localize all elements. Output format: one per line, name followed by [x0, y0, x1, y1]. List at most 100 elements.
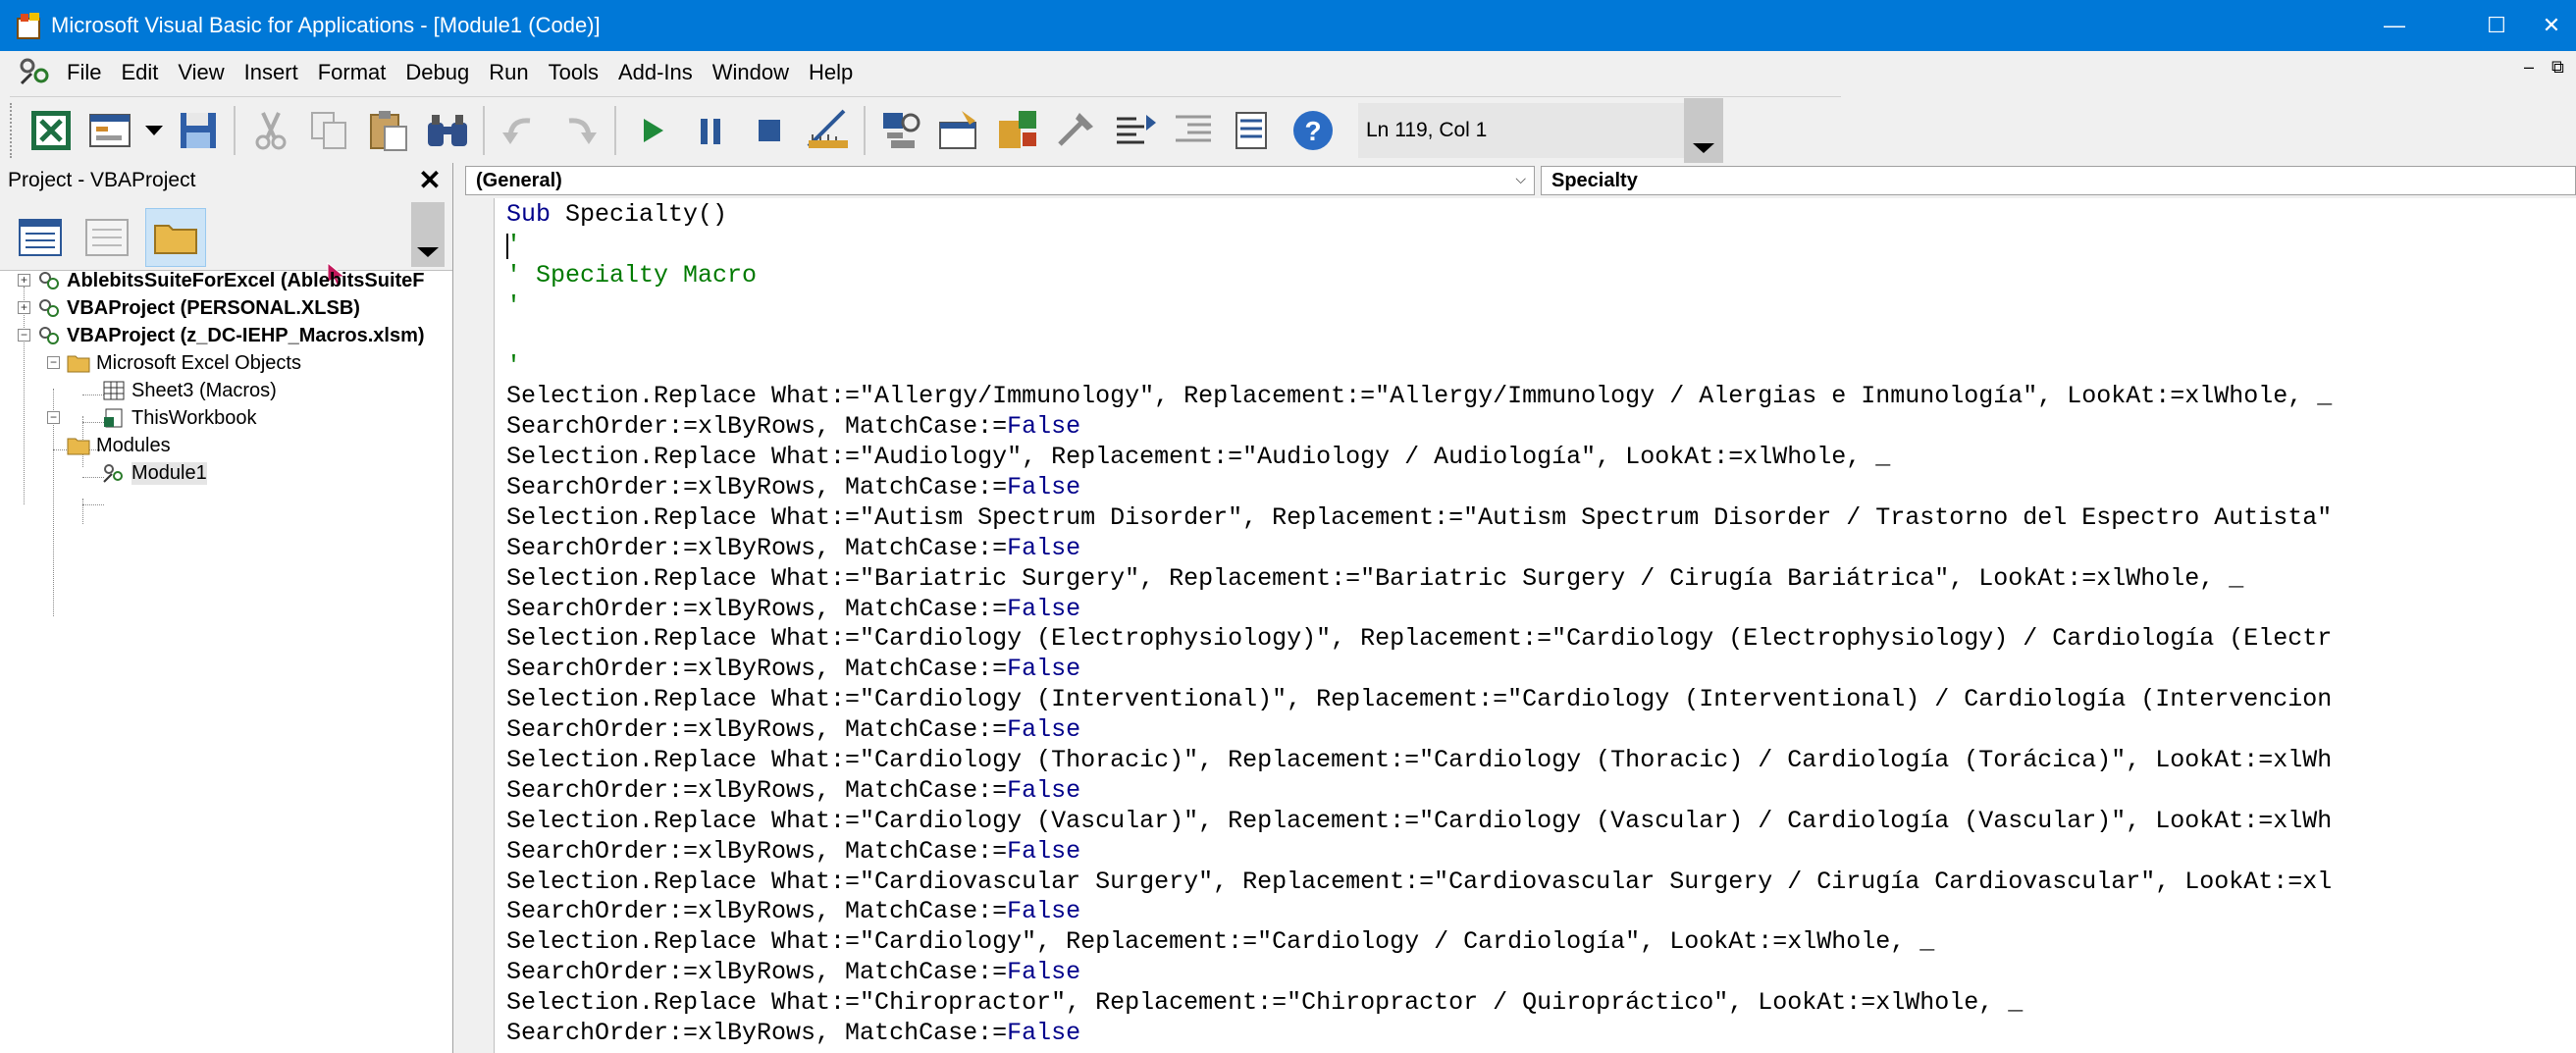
- properties-window-icon[interactable]: [930, 101, 989, 160]
- toolbar-options-dropdown[interactable]: [1684, 97, 1723, 163]
- code-line[interactable]: SearchOrder:=xlByRows, MatchCase:=False: [506, 534, 2576, 564]
- reset-icon[interactable]: [740, 101, 799, 160]
- code-line[interactable]: ' Specialty Macro: [506, 261, 2576, 291]
- code-line[interactable]: Selection.Replace What:="Cardiology (Vas…: [506, 807, 2576, 837]
- help-icon[interactable]: ?: [1284, 101, 1342, 160]
- toolbar-grip[interactable]: [10, 102, 16, 158]
- tree-line: [82, 477, 104, 478]
- find-icon[interactable]: [418, 101, 477, 160]
- run-icon[interactable]: [622, 101, 681, 160]
- design-mode-icon[interactable]: [799, 101, 858, 160]
- code-line[interactable]: Selection.Replace What:="Cardiology (Int…: [506, 685, 2576, 715]
- code-line[interactable]: ': [506, 351, 2576, 382]
- mdi-restore-button[interactable]: ⧉: [2551, 57, 2564, 78]
- undo-icon[interactable]: [491, 101, 550, 160]
- menu-edit[interactable]: Edit: [111, 53, 168, 92]
- close-window-button[interactable]: ✕: [2527, 0, 2576, 51]
- tree-item-thisworkbook[interactable]: ThisWorkbook: [102, 404, 256, 432]
- menu-help[interactable]: Help: [799, 53, 863, 92]
- tree-item-ablebits-project[interactable]: AblebitsSuiteForExcel (AblebitsSuiteF: [37, 267, 425, 294]
- tree-item-personal-project[interactable]: VBAProject (PERSONAL.XLSB): [37, 294, 360, 322]
- toggle-folders-button[interactable]: [145, 208, 206, 267]
- procedure-combo[interactable]: Specialty: [1541, 166, 2576, 195]
- code-line[interactable]: Selection.Replace What:="Cardiology (Tho…: [506, 746, 2576, 776]
- view-object-button[interactable]: [77, 208, 137, 267]
- menu-format[interactable]: Format: [308, 53, 396, 92]
- tree-item-macros-project[interactable]: VBAProject (z_DC-IEHP_Macros.xlsm): [37, 322, 425, 349]
- mdi-minimize-button[interactable]: –: [2524, 57, 2534, 78]
- outdent-icon[interactable]: [1225, 101, 1284, 160]
- menu-debug[interactable]: Debug: [395, 53, 479, 92]
- tree-item-module1[interactable]: Module1: [102, 459, 207, 487]
- collapse-toggle[interactable]: −: [47, 356, 60, 369]
- save-icon[interactable]: [169, 101, 228, 160]
- tree-item-modules[interactable]: Modules: [67, 432, 171, 459]
- toolbox-icon[interactable]: [1048, 101, 1107, 160]
- folder-icon: [154, 225, 197, 254]
- expand-toggle[interactable]: +: [18, 274, 30, 287]
- code-line[interactable]: SearchOrder:=xlByRows, MatchCase:=False: [506, 958, 2576, 988]
- code-line[interactable]: ': [506, 291, 2576, 322]
- menu-view[interactable]: View: [168, 53, 234, 92]
- code-line[interactable]: SearchOrder:=xlByRows, MatchCase:=False: [506, 655, 2576, 685]
- collapse-toggle[interactable]: −: [18, 329, 30, 342]
- minimize-button[interactable]: —: [2355, 0, 2434, 51]
- insert-userform-icon[interactable]: [80, 101, 139, 160]
- code-line[interactable]: Selection.Replace What:="Cardiology (Ele…: [506, 624, 2576, 655]
- code-margin-indicator-bar[interactable]: [457, 198, 495, 1053]
- project-panel-toolbar: [0, 198, 452, 288]
- collapse-toggle[interactable]: −: [47, 411, 60, 424]
- code-line[interactable]: SearchOrder:=xlByRows, MatchCase:=False: [506, 897, 2576, 927]
- object-combo[interactable]: (General) ⌵: [465, 166, 1535, 195]
- code-line[interactable]: ': [506, 231, 2576, 261]
- code-line[interactable]: SearchOrder:=xlByRows, MatchCase:=False: [506, 1019, 2576, 1049]
- code-line[interactable]: SearchOrder:=xlByRows, MatchCase:=False: [506, 837, 2576, 868]
- paste-icon[interactable]: [359, 101, 418, 160]
- code-editor[interactable]: Sub Specialty() ' ' Specialty Macro ' ' Selec…: [506, 200, 2576, 1053]
- code-line[interactable]: Selection.Replace What:="Autism Spectrum…: [506, 503, 2576, 534]
- view-code-button[interactable]: [10, 208, 71, 267]
- code-line[interactable]: SearchOrder:=xlByRows, MatchCase:=False: [506, 715, 2576, 746]
- project-explorer-icon[interactable]: [871, 101, 930, 160]
- project-toolbar-scroll[interactable]: [411, 202, 445, 267]
- code-line[interactable]: Selection.Replace What:="Cardiology", Re…: [506, 927, 2576, 958]
- insert-dropdown-icon[interactable]: [139, 101, 169, 160]
- menu-tools[interactable]: Tools: [539, 53, 608, 92]
- tab-order-icon[interactable]: [1107, 101, 1166, 160]
- code-text: Selection.Replace What:="Allergy/Immunol…: [506, 382, 2333, 411]
- menu-insert[interactable]: Insert: [235, 53, 308, 92]
- project-explorer-panel: Project - VBAProject ✕ + + − − − Ablebit…: [0, 163, 453, 1053]
- object-browser-icon[interactable]: [989, 101, 1048, 160]
- code-keyword: False: [1007, 897, 1081, 926]
- vba-app-icon[interactable]: [16, 11, 45, 40]
- expand-toggle[interactable]: +: [18, 301, 30, 314]
- view-excel-icon[interactable]: [22, 101, 80, 160]
- code-line[interactable]: SearchOrder:=xlByRows, MatchCase:=False: [506, 473, 2576, 503]
- code-line[interactable]: SearchOrder:=xlByRows, MatchCase:=False: [506, 412, 2576, 443]
- code-line[interactable]: Selection.Replace What:="Allergy/Immunol…: [506, 382, 2576, 412]
- tree-item-sheet3[interactable]: Sheet3 (Macros): [102, 377, 277, 404]
- menu-run[interactable]: Run: [479, 53, 538, 92]
- code-line[interactable]: Selection.Replace What:="Cardiovascular …: [506, 868, 2576, 898]
- code-line[interactable]: Selection.Replace What:="Bariatric Surge…: [506, 564, 2576, 595]
- menu-file[interactable]: File: [57, 53, 111, 92]
- code-line[interactable]: SearchOrder:=xlByRows, MatchCase:=False: [506, 776, 2576, 807]
- code-line[interactable]: Sub Specialty(): [506, 200, 2576, 231]
- copy-icon[interactable]: [300, 101, 359, 160]
- module-code-icon[interactable]: [18, 56, 51, 89]
- redo-icon[interactable]: [550, 101, 608, 160]
- menu-window[interactable]: Window: [703, 53, 799, 92]
- code-line[interactable]: Selection.Replace What:="Chiropractor", …: [506, 988, 2576, 1019]
- menu-add-ins[interactable]: Add-Ins: [608, 53, 703, 92]
- break-icon[interactable]: [681, 101, 740, 160]
- cut-icon[interactable]: [241, 101, 300, 160]
- code-line[interactable]: SearchOrder:=xlByRows, MatchCase:=False: [506, 595, 2576, 625]
- close-project-panel-button[interactable]: ✕: [415, 167, 445, 196]
- code-line[interactable]: [506, 322, 2576, 352]
- maximize-button[interactable]: ☐: [2457, 0, 2536, 51]
- tree-item-excel-objects[interactable]: Microsoft Excel Objects: [67, 349, 301, 377]
- tree-line: [82, 504, 104, 505]
- indent-icon[interactable]: [1166, 101, 1225, 160]
- code-line[interactable]: Selection.Replace What:="Audiology", Rep…: [506, 443, 2576, 473]
- code-text: Selection.Replace What:="Bariatric Surge…: [506, 563, 2244, 593]
